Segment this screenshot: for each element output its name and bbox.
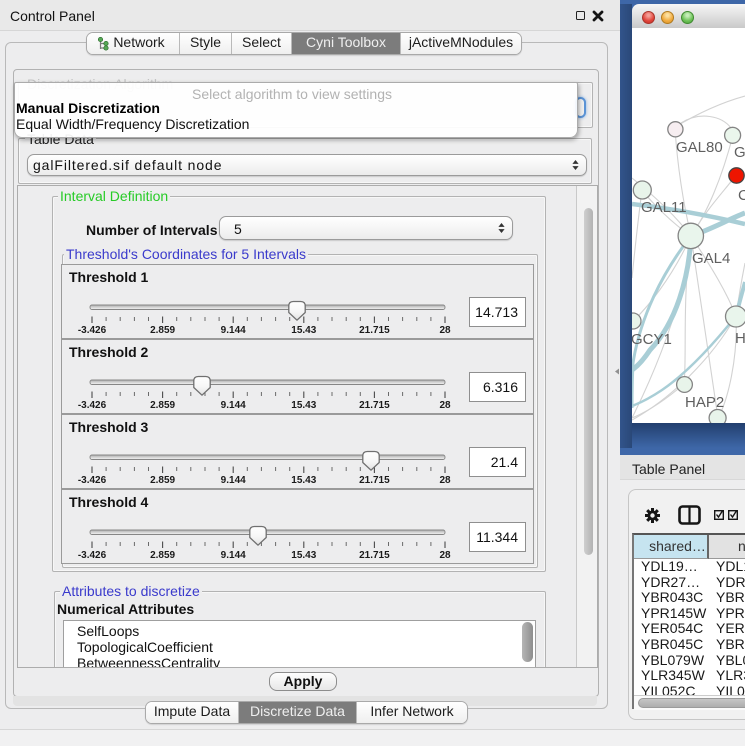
svg-text:2.859: 2.859 (150, 475, 175, 486)
svg-text:21.715: 21.715 (359, 400, 390, 411)
svg-text:GAL11: GAL11 (641, 199, 687, 216)
svg-text:CY: CY (738, 187, 745, 204)
svg-text:-3.426: -3.426 (78, 325, 107, 336)
svg-text:21.715: 21.715 (359, 325, 390, 336)
svg-text:15.43: 15.43 (291, 400, 316, 411)
svg-text:-3.426: -3.426 (78, 400, 107, 411)
svg-text:28: 28 (439, 550, 451, 561)
svg-text:9.144: 9.144 (221, 550, 246, 561)
svg-text:9.144: 9.144 (221, 400, 246, 411)
svg-text:28: 28 (439, 400, 451, 411)
svg-text:HAP2: HAP2 (685, 394, 724, 411)
svg-text:15.43: 15.43 (291, 550, 316, 561)
svg-text:2.859: 2.859 (150, 400, 175, 411)
svg-text:GCY1: GCY1 (632, 331, 672, 348)
svg-text:GAL80: GAL80 (676, 139, 723, 156)
svg-text:2.859: 2.859 (150, 550, 175, 561)
svg-text:21.715: 21.715 (359, 475, 390, 486)
svg-text:2.859: 2.859 (150, 325, 175, 336)
svg-text:-3.426: -3.426 (78, 550, 107, 561)
svg-text:-3.426: -3.426 (78, 475, 107, 486)
svg-text:9.144: 9.144 (221, 325, 246, 336)
svg-text:9.144: 9.144 (221, 475, 246, 486)
svg-text:21.715: 21.715 (359, 550, 390, 561)
svg-text:15.43: 15.43 (291, 475, 316, 486)
svg-text:GAL4: GAL4 (692, 250, 730, 267)
svg-text:15.43: 15.43 (291, 325, 316, 336)
svg-text:28: 28 (439, 325, 451, 336)
svg-text:GAL7: GAL7 (734, 144, 745, 161)
svg-text:28: 28 (439, 475, 451, 486)
svg-text:HI: HI (735, 330, 745, 347)
